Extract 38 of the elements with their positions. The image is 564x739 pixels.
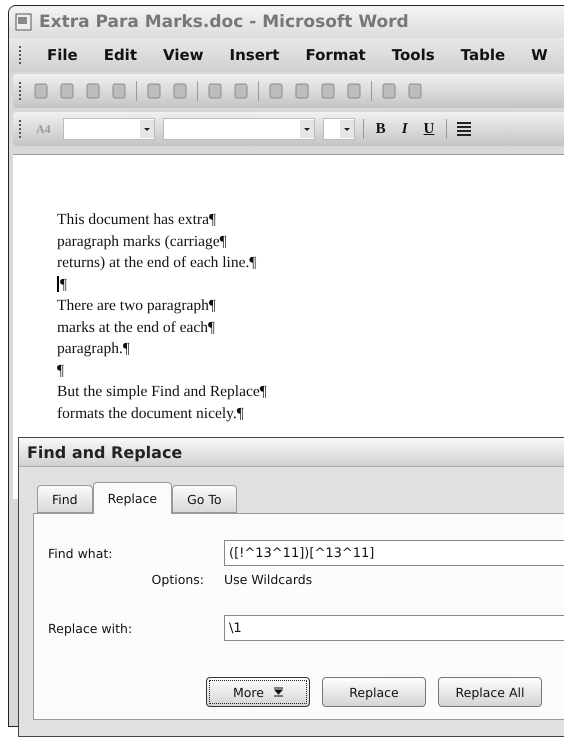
window-title: Extra Para Marks.doc - Microsoft Word <box>39 12 409 32</box>
menu-item[interactable]: File <box>44 44 81 66</box>
tab[interactable]: Find <box>37 485 93 513</box>
document-line: marks at the end of each¶ <box>57 318 216 338</box>
document-line: ¶ <box>57 274 68 295</box>
dialog-button[interactable]: Replace All <box>438 677 542 707</box>
double-caret-icon <box>274 687 283 697</box>
document-line: This document has extra¶ <box>57 210 216 230</box>
document-line: But the simple Find and Replace¶ <box>57 382 267 402</box>
menu-item[interactable]: View <box>160 44 207 66</box>
format-button[interactable]: U <box>420 120 438 138</box>
document-line: paragraph.¶ <box>57 339 130 359</box>
menu-item[interactable]: Edit <box>100 44 140 66</box>
format-button[interactable]: I <box>398 120 412 138</box>
field-label: Replace with: <box>48 620 134 636</box>
find-field[interactable]: ([!^13^11])[^13^11] <box>224 540 564 566</box>
document-line: ¶ <box>57 360 64 380</box>
document-icon <box>15 13 33 31</box>
document-line: returns) at the end of each line.¶ <box>57 253 256 273</box>
options-value: Use Wildcards <box>224 572 312 587</box>
align-icon[interactable] <box>455 120 474 138</box>
menu-item[interactable]: W <box>528 44 551 66</box>
menu-item[interactable]: Insert <box>226 44 282 66</box>
menu-item[interactable]: Tools <box>388 44 438 66</box>
dialog-button[interactable]: Replace <box>322 677 426 707</box>
options-label: Options: <box>150 572 205 587</box>
field-label: Find what: <box>48 546 114 560</box>
dialog-button[interactable]: More <box>206 677 310 707</box>
menu-item[interactable]: Format <box>302 44 369 66</box>
dialog-title: Find and Replace <box>27 442 182 462</box>
document-line: paragraph marks (carriage¶ <box>57 232 227 252</box>
replace-field[interactable]: \1 <box>224 615 564 641</box>
document-line: formats the document nicely.¶ <box>57 404 244 424</box>
format-button[interactable]: B <box>372 120 390 138</box>
tab[interactable]: Replace <box>92 482 172 514</box>
document-line: There are two paragraph¶ <box>57 296 216 316</box>
menu-item[interactable]: Table <box>458 44 508 66</box>
tab[interactable]: Go To <box>172 485 237 513</box>
